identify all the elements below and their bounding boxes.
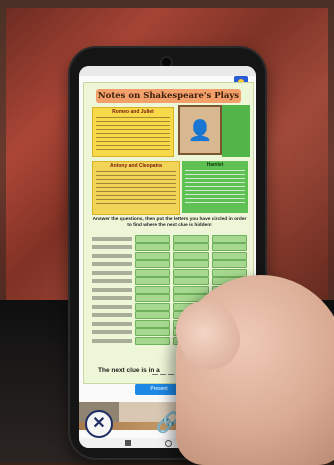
clue-text: The next clue is in a: [98, 367, 160, 374]
close-icon[interactable]: ✕: [85, 410, 113, 438]
hamlet-block-head: Hamlet: [206, 162, 224, 168]
portrait-icon: 👤: [178, 105, 222, 155]
worksheet-title: Notes on Shakespeare's Plays: [96, 89, 241, 103]
antony-block: Antony and Cleopatra: [92, 161, 180, 215]
romeo-block-text: [96, 117, 170, 153]
romeo-block: Romeo and Juliet: [92, 107, 174, 157]
question-row: [92, 243, 247, 251]
hamlet-block: Hamlet: [182, 161, 248, 213]
antony-block-text: [96, 171, 176, 207]
question-row: [92, 268, 247, 277]
hamlet-block-text: [185, 170, 245, 206]
decor-block: [222, 105, 250, 157]
question-row: [92, 234, 247, 243]
romeo-block-head: Romeo and Juliet: [112, 109, 154, 115]
antony-block-head: Antony and Cleopatra: [110, 163, 162, 169]
question-row: [92, 251, 247, 260]
worksheet-instructions: Answer the questions, then put the lette…: [92, 217, 247, 228]
status-bar: [79, 66, 256, 76]
question-row: [92, 260, 247, 268]
home-icon[interactable]: [165, 439, 172, 447]
recents-icon[interactable]: [125, 440, 131, 446]
